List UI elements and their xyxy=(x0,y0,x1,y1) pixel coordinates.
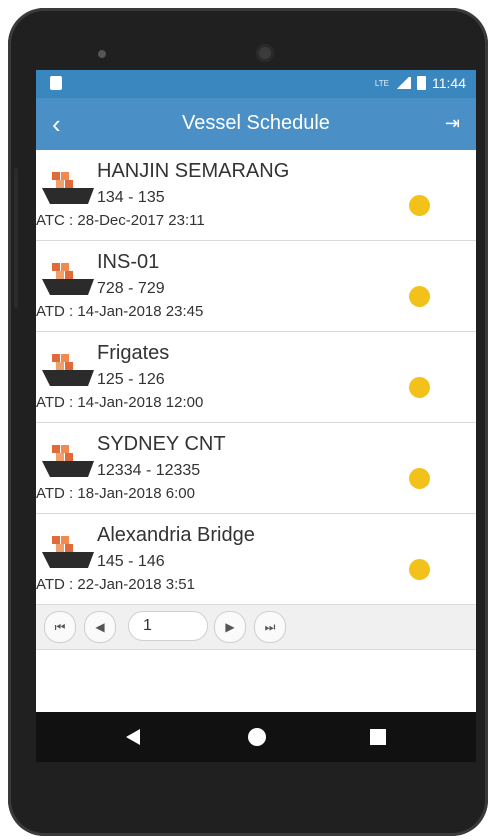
voyage-number: 134 - 135 xyxy=(97,189,165,206)
ship-icon xyxy=(42,263,94,295)
page-input[interactable]: 1 xyxy=(128,611,208,641)
status-dot xyxy=(409,468,430,489)
side-button xyxy=(14,168,18,308)
pagination-bar: ⏮ ◀ 1 ▶ ⏭ xyxy=(36,604,476,650)
arrival-time: ATD : 14-Jan-2018 12:00 xyxy=(36,394,204,411)
ship-icon xyxy=(42,536,94,568)
arrival-time: ATC : 28-Dec-2017 23:11 xyxy=(36,212,205,229)
android-nav-bar xyxy=(36,712,476,762)
list-item[interactable]: SYDNEY CNT 12334 - 12335 ATD : 18-Jan-20… xyxy=(36,423,476,514)
nav-home-icon[interactable] xyxy=(248,728,266,746)
nav-back-icon[interactable] xyxy=(126,729,140,745)
list-item[interactable]: INS-01 728 - 729 ATD : 14-Jan-2018 23:45 xyxy=(36,241,476,332)
ship-icon xyxy=(42,445,94,477)
page-title: Vessel Schedule xyxy=(182,112,330,134)
vessel-name: INS-01 xyxy=(97,251,160,273)
list-item[interactable]: Frigates 125 - 126 ATD : 14-Jan-2018 12:… xyxy=(36,332,476,423)
voyage-number: 728 - 729 xyxy=(97,280,165,297)
sd-card-icon xyxy=(50,76,62,90)
voyage-number: 125 - 126 xyxy=(97,371,165,388)
ship-icon xyxy=(42,172,94,204)
list-item[interactable]: Alexandria Bridge 145 - 146 ATD : 22-Jan… xyxy=(36,514,476,605)
status-dot xyxy=(409,195,430,216)
first-page-button[interactable]: ⏮ xyxy=(44,611,76,643)
arrival-time: ATD : 14-Jan-2018 23:45 xyxy=(36,303,204,320)
status-bar: LTE 11:44 xyxy=(36,70,476,98)
status-dot xyxy=(409,286,430,307)
app-bar: ‹ Vessel Schedule ⇥ xyxy=(36,98,476,150)
signal-icon xyxy=(395,77,411,89)
camera xyxy=(98,50,106,58)
app-screen: LTE 11:44 ‹ Vessel Schedule ⇥ HANJIN SEM… xyxy=(36,70,476,762)
arrival-time: ATD : 22-Jan-2018 3:51 xyxy=(36,576,195,593)
battery-icon xyxy=(417,76,426,90)
vessel-name: SYDNEY CNT xyxy=(97,433,226,455)
voyage-number: 12334 - 12335 xyxy=(97,462,201,479)
status-right: LTE 11:44 xyxy=(375,75,466,91)
prev-page-button[interactable]: ◀ xyxy=(84,611,116,643)
list-item[interactable]: HANJIN SEMARANG 134 - 135 ATC : 28-Dec-2… xyxy=(36,150,476,241)
logout-icon[interactable]: ⇥ xyxy=(445,113,460,134)
nav-recent-icon[interactable] xyxy=(370,729,386,745)
vessel-name: Alexandria Bridge xyxy=(97,524,255,546)
last-page-button[interactable]: ⏭ xyxy=(254,611,286,643)
ship-icon xyxy=(42,354,94,386)
vessel-name: HANJIN SEMARANG xyxy=(97,160,290,182)
status-time: 11:44 xyxy=(432,75,466,91)
voyage-number: 145 - 146 xyxy=(97,553,165,570)
speaker xyxy=(256,44,274,62)
status-dot xyxy=(409,377,430,398)
vessel-name: Frigates xyxy=(97,342,170,364)
arrival-time: ATD : 18-Jan-2018 6:00 xyxy=(36,485,195,502)
vessel-list: HANJIN SEMARANG 134 - 135 ATC : 28-Dec-2… xyxy=(36,150,476,605)
status-dot xyxy=(409,559,430,580)
next-page-button[interactable]: ▶ xyxy=(214,611,246,643)
lte-label: LTE xyxy=(374,78,389,88)
